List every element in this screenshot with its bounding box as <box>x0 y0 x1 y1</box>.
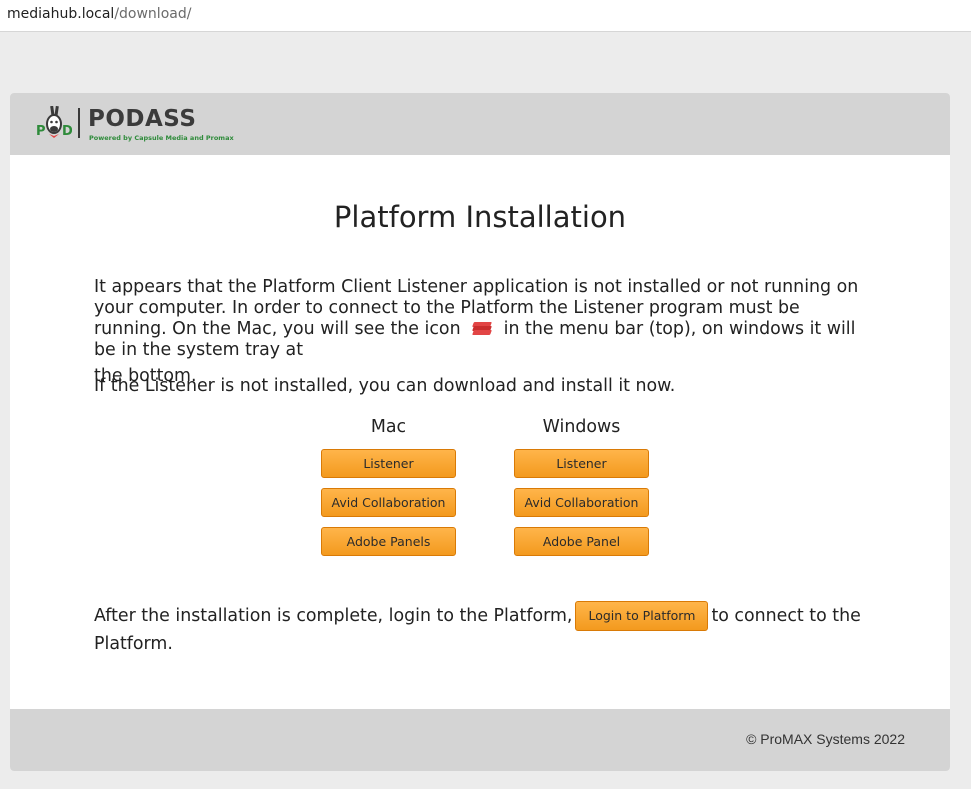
card-header: P D PODASS Powered by Capsule Media and … <box>10 93 950 155</box>
stack-icon <box>470 322 494 336</box>
mac-avid-collaboration-button[interactable]: Avid Collaboration <box>321 488 456 517</box>
address-bar[interactable]: mediahub.local/download/ <box>0 0 971 32</box>
logo-divider <box>78 108 80 138</box>
donkey-logo-icon: P D <box>36 106 72 139</box>
login-to-platform-button[interactable]: Login to Platform <box>575 601 709 631</box>
after-install-paragraph: After the installation is complete, logi… <box>94 601 864 657</box>
after-text-before: After the installation is complete, logi… <box>94 606 573 626</box>
card-footer: © ProMAX Systems 2022 <box>10 709 950 771</box>
windows-adobe-panel-button[interactable]: Adobe Panel <box>514 527 649 556</box>
intro-paragraph: It appears that the Platform Client List… <box>94 277 864 387</box>
url-path: /download/ <box>114 6 192 22</box>
install-card: P D PODASS Powered by Capsule Media and … <box>10 93 950 771</box>
windows-column-heading: Windows <box>542 417 621 437</box>
mac-adobe-panels-button[interactable]: Adobe Panels <box>321 527 456 556</box>
url-text[interactable]: mediahub.local/download/ <box>7 6 191 22</box>
mac-column-heading: Mac <box>370 417 407 437</box>
windows-listener-button[interactable]: Listener <box>514 449 649 478</box>
svg-text:D: D <box>62 124 72 139</box>
page-title: Platform Installation <box>333 200 627 234</box>
svg-text:P: P <box>36 124 46 139</box>
url-host: mediahub.local <box>7 6 115 22</box>
copyright-text: © ProMAX Systems 2022 <box>746 731 905 747</box>
download-prompt: If the Listener is not installed, you ca… <box>94 376 676 396</box>
logo-tagline: Powered by Capsule Media and Promax <box>89 134 234 142</box>
mac-listener-button[interactable]: Listener <box>321 449 456 478</box>
logo-name: PODASS <box>88 106 197 132</box>
windows-avid-collaboration-button[interactable]: Avid Collaboration <box>514 488 649 517</box>
